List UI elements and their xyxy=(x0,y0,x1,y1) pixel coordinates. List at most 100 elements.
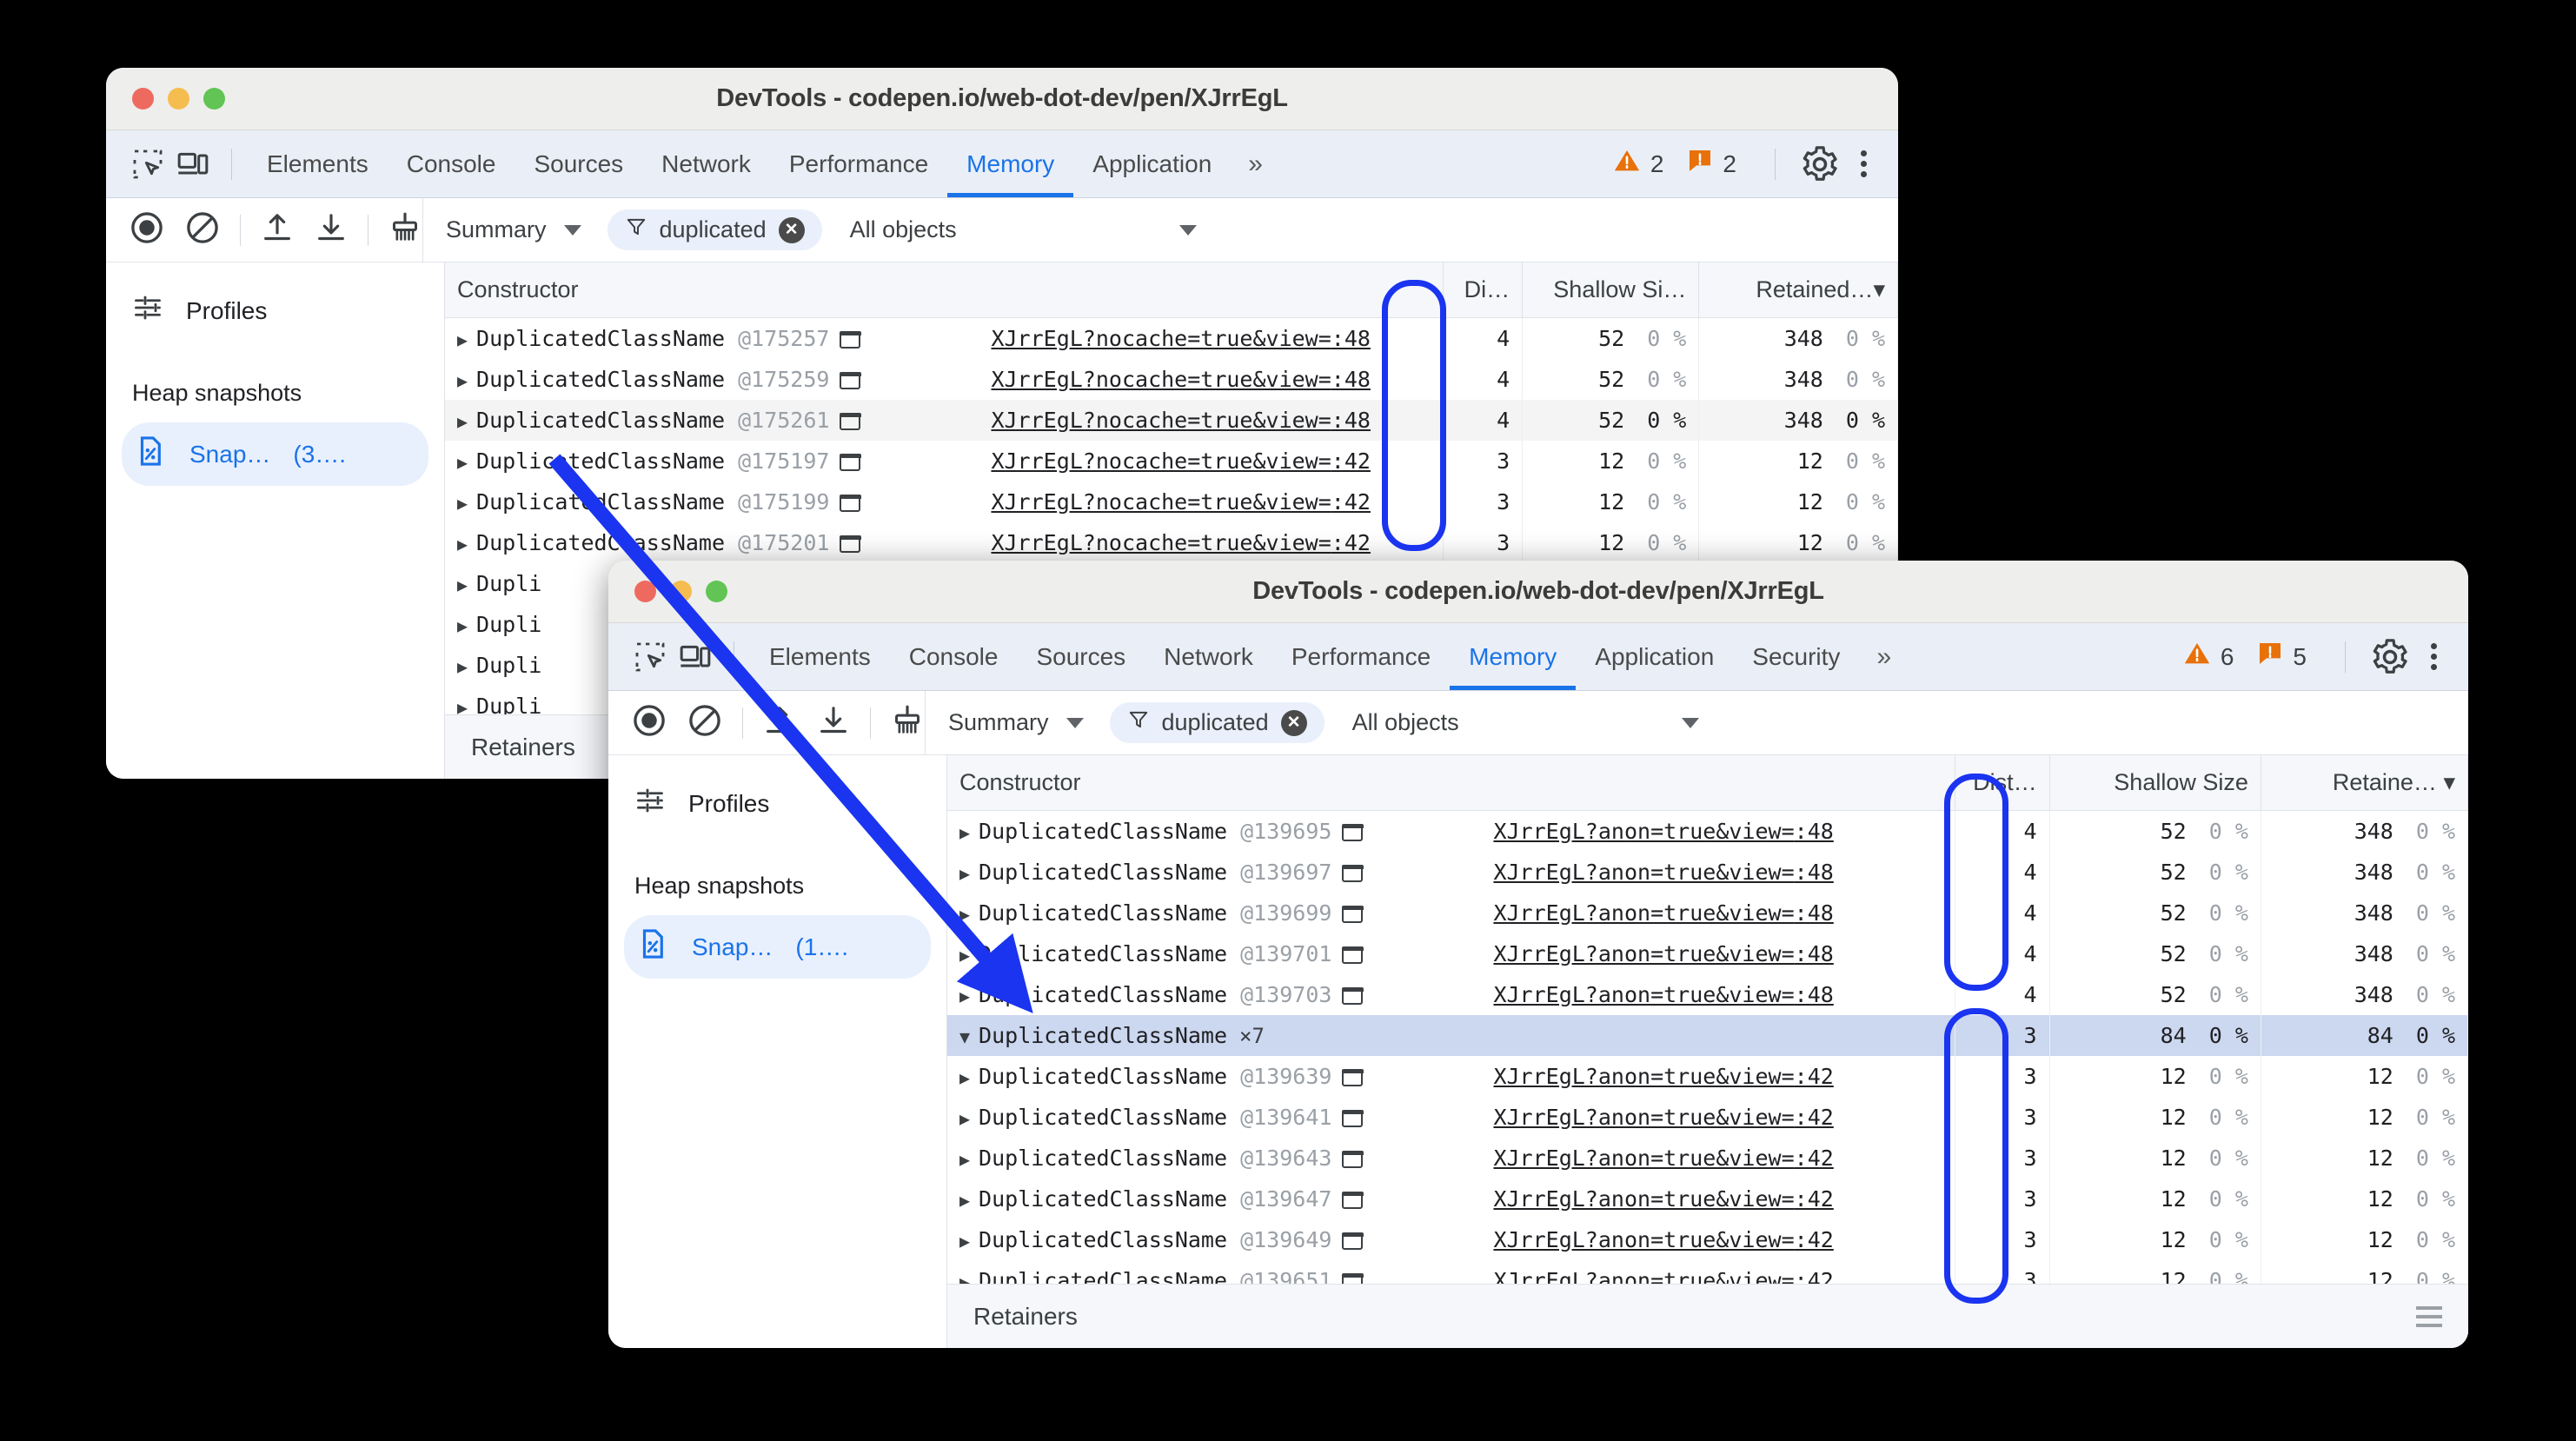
more-tabs-icon[interactable]: » xyxy=(1231,130,1275,197)
cell-constructor[interactable]: ▶ DuplicatedClassName @139699 XJrrEgL?anon… xyxy=(947,893,1955,933)
source-line-number[interactable]: :42 xyxy=(1331,489,1371,515)
record-icon[interactable] xyxy=(631,702,667,743)
column-header-shallow-size[interactable]: Shallow Size xyxy=(2049,755,2261,811)
expand-arrow-icon[interactable]: ▶ xyxy=(457,452,468,473)
source-url-link[interactable]: XJrrEgL?anon=true&view= xyxy=(1493,1186,1794,1212)
filter-chip[interactable]: duplicated ✕ xyxy=(1109,702,1325,743)
table-row[interactable]: ▶ DuplicatedClassName @139703 XJrrEgL?anon… xyxy=(947,974,2468,1015)
memory-filters[interactable]: Summary duplicated ✕ All objects xyxy=(422,198,1898,262)
memory-filters[interactable]: Summary duplicated ✕ All objects xyxy=(925,691,2468,754)
cell-constructor[interactable]: ▶ DuplicatedClassName @175201 XJrrEgL?noca… xyxy=(445,522,1444,563)
tab-console[interactable]: Console xyxy=(890,623,1018,690)
devtools-tab-strip[interactable]: Elements Console Sources Network Perform… xyxy=(106,130,1898,198)
tab-performance[interactable]: Performance xyxy=(1272,623,1450,690)
table-body[interactable]: ▶ DuplicatedClassName @139695 XJrrEgL?anon… xyxy=(947,810,2468,1301)
sidebar-item-profiles[interactable]: Profiles xyxy=(106,282,444,340)
cell-constructor[interactable]: ▶ DuplicatedClassName @139639 XJrrEgL?anon… xyxy=(947,1056,1955,1097)
tab-elements[interactable]: Elements xyxy=(750,623,890,690)
column-header-shallow-size[interactable]: Shallow Si… xyxy=(1522,262,1700,318)
panel-tabs[interactable]: Elements Console Sources Network Perform… xyxy=(248,130,1275,197)
expand-arrow-icon[interactable]: ▶ xyxy=(457,370,468,391)
cell-constructor[interactable]: ▶ DuplicatedClassName @175199 XJrrEgL?noca… xyxy=(445,481,1444,522)
memory-actions[interactable] xyxy=(608,702,925,743)
save-profile-icon[interactable] xyxy=(816,703,851,742)
more-options-icon[interactable] xyxy=(2419,643,2449,670)
gear-icon[interactable] xyxy=(2370,637,2410,677)
collect-garbage-icon[interactable] xyxy=(890,703,925,742)
clear-icon[interactable] xyxy=(687,702,723,743)
source-url-link[interactable]: XJrrEgL?nocache=true&view= xyxy=(991,326,1331,351)
table-row[interactable]: ▶ DuplicatedClassName @139641 XJrrEgL?anon… xyxy=(947,1097,2468,1138)
tab-elements[interactable]: Elements xyxy=(248,130,388,197)
source-line-number[interactable]: :42 xyxy=(1795,1227,1834,1252)
table-row[interactable]: ▶ DuplicatedClassName @175261 XJrrEgL?noca… xyxy=(445,400,1898,441)
cell-constructor[interactable]: ▶ DuplicatedClassName @139641 XJrrEgL?anon… xyxy=(947,1097,1955,1138)
source-line-number[interactable]: :42 xyxy=(1331,530,1371,555)
source-url-link[interactable]: XJrrEgL?anon=true&view= xyxy=(1493,1145,1794,1171)
issue-counters[interactable]: 2 2 xyxy=(1612,144,1879,184)
object-select-chevron-down-icon[interactable] xyxy=(1681,717,1699,728)
source-url-link[interactable]: XJrrEgL?anon=true&view= xyxy=(1493,1105,1794,1130)
load-profile-icon[interactable] xyxy=(260,210,295,249)
source-line-number[interactable]: :48 xyxy=(1331,367,1371,392)
table-header-row[interactable]: Constructor Di… Shallow Si… Retained…▾ xyxy=(445,262,1898,318)
table-row[interactable]: ▶ DuplicatedClassName @139649 XJrrEgL?anon… xyxy=(947,1219,2468,1260)
load-profile-icon[interactable] xyxy=(762,703,797,742)
source-line-number[interactable]: :48 xyxy=(1795,900,1834,926)
inspect-element-icon[interactable] xyxy=(627,634,673,680)
heap-snapshot-table[interactable]: Constructor Dist… Shallow Size Retaine… … xyxy=(947,755,2468,1301)
source-url-link[interactable]: XJrrEgL?nocache=true&view= xyxy=(991,530,1331,555)
object-select-value[interactable]: All objects xyxy=(850,216,957,243)
table-row[interactable]: ▶ DuplicatedClassName @139647 XJrrEgL?anon… xyxy=(947,1179,2468,1219)
expand-arrow-icon[interactable]: ▶ xyxy=(959,863,970,884)
more-tabs-icon[interactable]: » xyxy=(1859,623,1903,690)
table-row[interactable]: ▶ DuplicatedClassName @139701 XJrrEgL?anon… xyxy=(947,933,2468,974)
source-line-number[interactable]: :42 xyxy=(1795,1064,1834,1089)
window-traffic-lights[interactable] xyxy=(106,88,225,110)
cell-constructor[interactable]: ▶ DuplicatedClassName @175257 XJrrEgL?noca… xyxy=(445,317,1444,359)
cell-constructor[interactable]: ▶ DuplicatedClassName @175197 XJrrEgL?noca… xyxy=(445,441,1444,481)
cell-constructor[interactable]: ▶ DuplicatedClassName @175261 XJrrEgL?noca… xyxy=(445,400,1444,441)
sidebar-item-profiles[interactable]: Profiles xyxy=(608,774,946,833)
expand-arrow-icon[interactable]: ▶ xyxy=(959,822,970,843)
source-url-link[interactable]: XJrrEgL?anon=true&view= xyxy=(1493,982,1794,1007)
table-row[interactable]: ▶ DuplicatedClassName @139697 XJrrEgL?anon… xyxy=(947,852,2468,893)
source-line-number[interactable]: :42 xyxy=(1795,1145,1834,1171)
close-window-icon[interactable] xyxy=(132,88,154,110)
column-header-retained-size[interactable]: Retained…▾ xyxy=(1698,262,1898,318)
table-row[interactable]: ▶ DuplicatedClassName @139639 XJrrEgL?anon… xyxy=(947,1056,2468,1097)
maximize-window-icon[interactable] xyxy=(706,581,727,602)
column-header-constructor[interactable]: Constructor xyxy=(445,262,1444,318)
expand-arrow-icon[interactable]: ▶ xyxy=(457,534,468,554)
source-url-link[interactable]: XJrrEgL?anon=true&view= xyxy=(1493,1227,1794,1252)
expand-arrow-icon[interactable]: ▶ xyxy=(959,1108,970,1129)
window-titlebar[interactable]: DevTools - codepen.io/web-dot-dev/pen/XJ… xyxy=(608,561,2468,623)
heap-table-container[interactable]: Constructor Dist… Shallow Size Retaine… … xyxy=(947,755,2468,1348)
device-toolbar-icon[interactable] xyxy=(673,634,718,680)
cell-constructor[interactable]: ▶ DuplicatedClassName @139701 XJrrEgL?anon… xyxy=(947,933,1955,974)
record-icon[interactable] xyxy=(129,209,165,250)
object-select-value[interactable]: All objects xyxy=(1352,709,1459,736)
table-row[interactable]: ▶ DuplicatedClassName @175201 XJrrEgL?noca… xyxy=(445,522,1898,563)
source-line-number[interactable]: :42 xyxy=(1795,1105,1834,1130)
tab-memory[interactable]: Memory xyxy=(947,130,1073,197)
cell-constructor[interactable]: ▶ DuplicatedClassName @139703 XJrrEgL?anon… xyxy=(947,974,1955,1015)
sidebar-item-snapshot[interactable]: Snap… (1…. xyxy=(624,915,931,979)
close-window-icon[interactable] xyxy=(634,581,656,602)
expand-arrow-icon[interactable]: ▶ xyxy=(457,615,468,636)
column-header-distance[interactable]: Di… xyxy=(1443,262,1524,318)
inspect-element-icon[interactable] xyxy=(125,142,170,187)
clear-icon[interactable] xyxy=(184,209,221,250)
source-line-number[interactable]: :42 xyxy=(1331,448,1371,474)
tab-network[interactable]: Network xyxy=(1145,623,1272,690)
table-row[interactable]: ▶ DuplicatedClassName @175257 XJrrEgL?noca… xyxy=(445,317,1898,359)
cell-constructor[interactable]: ▶ DuplicatedClassName @139643 XJrrEgL?anon… xyxy=(947,1138,1955,1179)
source-line-number[interactable]: :48 xyxy=(1795,941,1834,966)
retainers-menu-icon[interactable] xyxy=(2416,1305,2442,1327)
tab-security[interactable]: Security xyxy=(1733,623,1859,690)
source-line-number[interactable]: :48 xyxy=(1795,819,1834,844)
close-icon[interactable]: ✕ xyxy=(778,216,805,243)
cell-constructor[interactable]: ▶ DuplicatedClassName @139647 XJrrEgL?anon… xyxy=(947,1179,1955,1219)
device-toolbar-icon[interactable] xyxy=(170,142,216,187)
panel-tabs[interactable]: Elements Console Sources Network Perform… xyxy=(750,623,1903,690)
